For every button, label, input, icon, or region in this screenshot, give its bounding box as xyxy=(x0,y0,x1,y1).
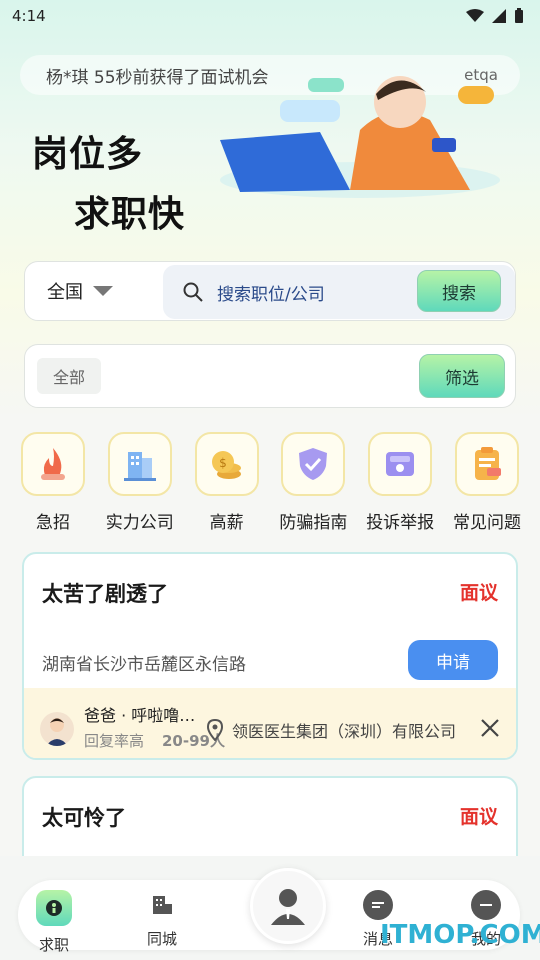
category-high-pay[interactable]: $ 高薪 xyxy=(184,432,270,542)
hero-slogan-line1: 岗位多 xyxy=(32,134,144,175)
category-label: 常见问题 xyxy=(452,513,521,533)
hero-slogan-line2: 求职快 xyxy=(74,194,186,235)
company-name: 领医医生集团（深圳）有限公司 xyxy=(232,722,457,741)
hero-illustration xyxy=(220,76,500,198)
tab-local[interactable]: 同城 xyxy=(132,890,192,949)
shield-icon xyxy=(281,432,346,496)
chevron-down-icon xyxy=(93,286,113,296)
status-time: 4:14 xyxy=(12,7,46,25)
category-anti-fraud[interactable]: 防骗指南 xyxy=(270,432,356,542)
job-search-icon xyxy=(36,890,72,926)
svg-text:$: $ xyxy=(219,456,227,470)
category-label: 高薪 xyxy=(209,513,244,533)
faq-icon xyxy=(454,432,519,496)
filter-button[interactable]: 筛选 xyxy=(419,354,505,398)
status-icons xyxy=(466,8,524,24)
reply-rate: 回复率高 xyxy=(84,732,145,750)
building-icon xyxy=(147,890,177,920)
job-address: 湖南省长沙市岳麓区永信路 xyxy=(42,655,246,675)
person-icon xyxy=(271,889,305,925)
city-selector[interactable]: 全国 xyxy=(25,278,141,304)
category-label: 急招 xyxy=(36,513,70,533)
category-strong-company[interactable]: 实力公司 xyxy=(97,432,183,542)
report-icon xyxy=(368,432,433,496)
coins-icon: $ xyxy=(194,432,259,496)
building-icon xyxy=(107,432,172,496)
category-complaint[interactable]: 投诉举报 xyxy=(357,432,443,542)
job-title: 太可怜了 xyxy=(42,806,126,830)
close-icon[interactable] xyxy=(478,716,502,740)
apply-button[interactable]: 申请 xyxy=(408,640,498,680)
category-faq[interactable]: 常见问题 xyxy=(444,432,530,542)
signal-icon xyxy=(492,9,506,23)
battery-icon xyxy=(515,8,523,23)
category-label: 投诉举报 xyxy=(366,513,435,533)
category-row: 急招 实力公司 $ 高薪 防骗指南 投诉举报 常见问题 xyxy=(10,432,530,542)
status-bar: 4:14 xyxy=(0,0,540,32)
avatar xyxy=(40,712,74,746)
tab-label: 求职 xyxy=(38,936,69,954)
filter-tag-all[interactable]: 全部 xyxy=(37,358,101,394)
category-label: 实力公司 xyxy=(105,513,174,533)
tab-job-search[interactable]: 求职 xyxy=(24,890,84,955)
job-title: 太苦了剧透了 xyxy=(42,582,168,606)
message-icon xyxy=(363,890,393,920)
filter-bar: 全部 筛选 xyxy=(24,344,516,408)
search-icon xyxy=(183,282,203,302)
search-bar: 全国 搜索职位/公司 搜索 xyxy=(24,261,516,321)
category-label: 防骗指南 xyxy=(279,513,348,533)
post-resume-button[interactable] xyxy=(250,868,326,944)
job-recruiter-section: 爸爸 · 呼啦噜… 回复率高 20-99人 领医医生集团（深圳）有限公司 xyxy=(24,688,516,758)
company-info: 领医医生集团（深圳）有限公司 xyxy=(206,718,456,742)
job-salary: 面议 xyxy=(459,806,498,828)
city-label: 全国 xyxy=(47,282,83,303)
profile-icon xyxy=(471,890,501,920)
wifi-icon xyxy=(466,9,484,22)
watermark-text: ITMOP.COM xyxy=(380,920,540,950)
tab-label: 同城 xyxy=(146,930,177,948)
search-button[interactable]: 搜索 xyxy=(417,270,501,312)
category-urgent[interactable]: 急招 xyxy=(10,432,96,542)
search-placeholder: 搜索职位/公司 xyxy=(217,284,325,305)
job-card[interactable]: 太苦了剧透了 面议 湖南省长沙市岳麓区永信路 申请 爸爸 · 呼啦噜… 回复率高… xyxy=(22,552,518,760)
fire-icon xyxy=(21,432,85,496)
recruiter-name: 爸爸 · 呼啦噜… xyxy=(84,706,196,725)
location-pin-icon xyxy=(206,719,224,741)
job-salary: 面议 xyxy=(459,582,498,604)
